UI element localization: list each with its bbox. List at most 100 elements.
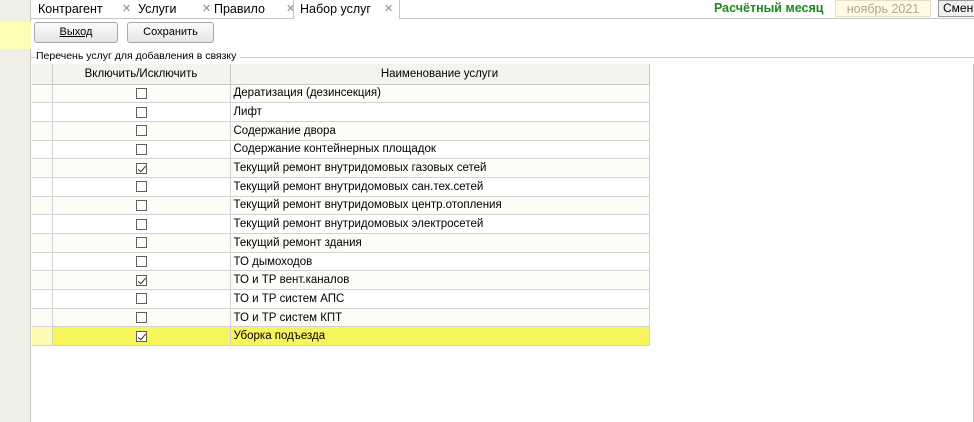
table-header-row: Включить/Исключить Наименование услуги xyxy=(32,64,650,85)
row-marker[interactable] xyxy=(32,289,53,309)
service-name: Уборка подъезда xyxy=(230,326,650,347)
table-row[interactable]: Уборка подъезда xyxy=(32,326,650,347)
tab-uslugi[interactable]: Услуги ✕ xyxy=(138,0,213,19)
include-checkbox[interactable] xyxy=(135,143,147,155)
row-marker[interactable] xyxy=(32,270,53,291)
row-marker[interactable] xyxy=(32,252,53,272)
include-cell xyxy=(52,233,231,253)
table-row[interactable]: ТО и ТР вент.каналов xyxy=(32,270,650,291)
row-marker[interactable] xyxy=(32,121,53,141)
include-checkbox[interactable] xyxy=(135,87,147,99)
tab-kontragent[interactable]: Контрагент ✕ xyxy=(38,0,133,19)
service-name: Текущий ремонт внутридомовых газовых сет… xyxy=(230,158,650,178)
table-row[interactable]: Содержание двора xyxy=(32,121,650,141)
service-name: Содержание контейнерных площадок xyxy=(230,140,650,160)
services-table: Включить/Исключить Наименование услуги Д… xyxy=(32,64,650,347)
service-name: ТО и ТР систем АПС xyxy=(230,289,650,309)
tab-nabor-uslug[interactable]: Набор услуг ✕ xyxy=(293,0,400,19)
left-panel-highlight xyxy=(0,22,31,49)
service-name: Лифт xyxy=(230,102,650,122)
service-name: Текущий ремонт здания xyxy=(230,233,650,253)
row-marker[interactable] xyxy=(32,102,53,122)
exit-button[interactable]: Выход xyxy=(34,22,118,43)
table-row[interactable]: Лифт xyxy=(32,102,650,122)
table-row[interactable]: Текущий ремонт внутридомовых электросете… xyxy=(32,214,650,234)
tab-label: Правило xyxy=(214,2,265,16)
include-checkbox[interactable] xyxy=(135,256,147,267)
include-cell xyxy=(52,140,231,160)
include-checkbox[interactable] xyxy=(135,237,147,249)
table-row[interactable]: Текущий ремонт внутридомовых сан.тех.сет… xyxy=(32,177,650,197)
column-header-service-name[interactable]: Наименование услуги xyxy=(230,64,650,85)
tab-label: Услуги xyxy=(138,2,177,16)
include-cell xyxy=(52,326,231,347)
include-checkbox[interactable] xyxy=(135,199,147,211)
column-header-include[interactable]: Включить/Исключить xyxy=(52,64,231,85)
section-header: Перечень услуг для добавления в связку xyxy=(31,49,974,63)
tab-label: Набор услуг xyxy=(300,2,371,16)
include-checkbox[interactable] xyxy=(135,106,147,118)
row-marker-header xyxy=(32,64,53,85)
change-month-button[interactable]: Сменить xyxy=(938,0,974,17)
close-icon[interactable]: ✕ xyxy=(122,0,131,19)
billing-month-label: Расчётный месяц xyxy=(714,1,824,15)
service-name: Дератизация (дезинсекция) xyxy=(230,84,650,104)
table-row[interactable]: Текущий ремонт внутридомовых центр.отопл… xyxy=(32,196,650,216)
include-checkbox[interactable] xyxy=(135,330,147,342)
row-marker[interactable] xyxy=(32,308,53,328)
include-cell xyxy=(52,121,231,141)
include-cell xyxy=(52,270,231,291)
row-marker[interactable] xyxy=(32,177,53,197)
include-cell xyxy=(52,289,231,309)
tab-pravilo[interactable]: Правило ✕ xyxy=(214,0,298,19)
include-cell xyxy=(52,84,231,104)
include-cell xyxy=(52,252,231,272)
include-cell xyxy=(52,158,231,178)
table-row[interactable]: Текущий ремонт внутридомовых газовых сет… xyxy=(32,158,650,178)
save-button[interactable]: Сохранить xyxy=(127,22,214,43)
include-cell xyxy=(52,102,231,122)
row-marker[interactable] xyxy=(32,326,53,347)
table-row[interactable]: ТО и ТР систем КПТ xyxy=(32,308,650,328)
service-name: Текущий ремонт внутридомовых центр.отопл… xyxy=(230,196,650,216)
include-checkbox[interactable] xyxy=(135,293,147,305)
include-checkbox[interactable] xyxy=(135,181,147,193)
include-checkbox[interactable] xyxy=(135,312,147,324)
close-icon[interactable]: ✕ xyxy=(202,0,211,19)
row-marker[interactable] xyxy=(32,196,53,216)
row-marker[interactable] xyxy=(32,233,53,253)
include-checkbox[interactable] xyxy=(135,125,147,137)
service-name: ТО дымоходов xyxy=(230,252,650,272)
billing-month-field[interactable]: ноябрь 2021 xyxy=(835,0,931,17)
service-name: Текущий ремонт внутридомовых сан.тех.сет… xyxy=(230,177,650,197)
service-name: ТО и ТР систем КПТ xyxy=(230,308,650,328)
table-body: Дератизация (дезинсекция) Лифт Содержание … xyxy=(32,84,650,347)
row-marker[interactable] xyxy=(32,84,53,104)
table-row[interactable]: ТО и ТР систем АПС xyxy=(32,289,650,309)
include-checkbox[interactable] xyxy=(135,274,147,286)
row-marker[interactable] xyxy=(32,140,53,160)
table-row[interactable]: Текущий ремонт здания xyxy=(32,233,650,253)
toolbar: Выход Сохранить xyxy=(31,20,974,49)
include-cell xyxy=(52,177,231,197)
tab-label: Контрагент xyxy=(38,2,103,16)
save-button-label: Сохранить xyxy=(143,26,198,38)
include-cell xyxy=(52,196,231,216)
section-title: Перечень услуг для добавления в связку xyxy=(36,50,241,62)
service-name: ТО и ТР вент.каналов xyxy=(230,270,650,291)
close-icon[interactable]: ✕ xyxy=(384,0,393,19)
include-cell xyxy=(52,308,231,328)
include-cell xyxy=(52,214,231,234)
service-name: Текущий ремонт внутридомовых электросете… xyxy=(230,214,650,234)
service-name: Содержание двора xyxy=(230,121,650,141)
include-checkbox[interactable] xyxy=(135,162,147,174)
include-checkbox[interactable] xyxy=(135,218,147,230)
row-marker[interactable] xyxy=(32,214,53,234)
exit-button-label: Выход xyxy=(59,26,93,38)
table-row[interactable]: ТО дымоходов xyxy=(32,252,650,272)
left-panel xyxy=(0,0,31,422)
table-row[interactable]: Содержание контейнерных площадок xyxy=(32,140,650,160)
table-row[interactable]: Дератизация (дезинсекция) xyxy=(32,84,650,104)
tab-bar: Контрагент ✕ Услуги ✕ Правило ✕ Набор ус… xyxy=(31,0,974,19)
row-marker[interactable] xyxy=(32,158,53,178)
